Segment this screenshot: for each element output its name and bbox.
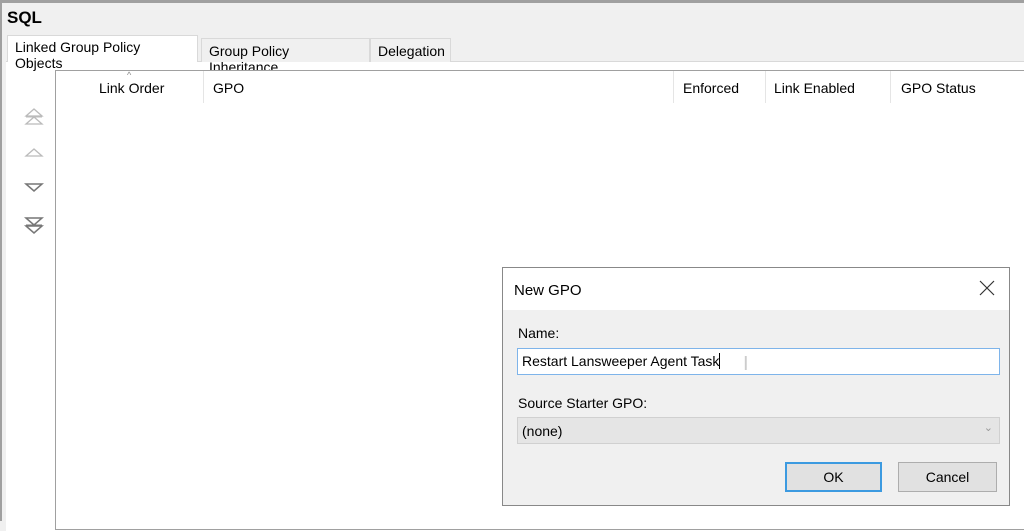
ok-button[interactable]: OK	[785, 462, 882, 492]
move-to-top-icon[interactable]	[24, 107, 44, 127]
column-separator[interactable]	[890, 71, 891, 103]
column-separator[interactable]	[203, 71, 204, 103]
page-title: SQL	[7, 8, 42, 27]
text-caret	[719, 353, 721, 369]
tab-inheritance[interactable]: Group Policy Inheritance	[201, 38, 370, 75]
move-down-icon[interactable]	[24, 178, 44, 198]
move-up-icon[interactable]	[24, 142, 44, 162]
source-starter-value: (none)	[522, 423, 563, 439]
close-icon[interactable]	[977, 278, 997, 298]
column-header-gpo[interactable]: GPO	[213, 80, 244, 96]
new-gpo-dialog: New GPO Name: Restart Lansweeper Agent T…	[502, 267, 1010, 506]
column-header-link-order[interactable]: Link Order	[99, 80, 164, 96]
source-starter-select[interactable]: (none) ⌄	[517, 417, 1000, 444]
name-input-value: Restart Lansweeper Agent Task	[522, 353, 720, 369]
column-header-enforced[interactable]: Enforced	[683, 80, 739, 96]
column-separator[interactable]	[765, 71, 766, 103]
tab-linked-gpos[interactable]: Linked Group Policy Objects	[7, 35, 198, 71]
name-label: Name:	[518, 325, 560, 341]
sort-ascending-icon: ^	[127, 70, 132, 80]
dialog-titlebar: New GPO	[503, 268, 1009, 310]
move-to-bottom-icon[interactable]	[24, 215, 44, 235]
column-separator[interactable]	[673, 71, 674, 103]
column-header-link-enabled[interactable]: Link Enabled	[774, 80, 855, 96]
dialog-title: New GPO	[514, 282, 582, 299]
source-starter-label: Source Starter GPO:	[518, 395, 648, 411]
chevron-down-icon: ⌄	[983, 422, 993, 434]
name-input[interactable]: Restart Lansweeper Agent Task	[517, 348, 1000, 375]
window-border	[0, 0, 1024, 3]
tab-delegation[interactable]: Delegation	[370, 38, 451, 62]
window-border-left	[0, 0, 2, 521]
cancel-button[interactable]: Cancel	[898, 462, 997, 492]
column-header-gpo-status[interactable]: GPO Status	[901, 80, 976, 96]
ibeam-cursor-icon: I	[743, 354, 749, 376]
